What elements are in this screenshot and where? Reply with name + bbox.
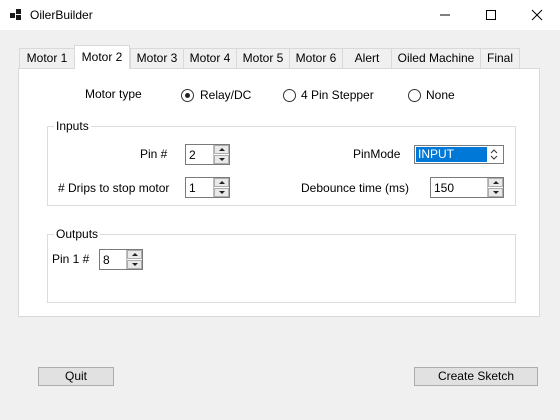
pin-label: Pin # (140, 147, 168, 161)
create-sketch-button[interactable]: Create Sketch (414, 367, 538, 386)
stepper-up-icon[interactable] (127, 250, 142, 259)
drips-stepper[interactable]: 1 (185, 177, 230, 198)
pinmode-select[interactable]: INPUT (414, 145, 504, 164)
stepper-down-icon[interactable] (488, 188, 503, 197)
tab-oiled-machine[interactable]: Oiled Machine (391, 48, 481, 68)
tab-motor-1[interactable]: Motor 1 (19, 48, 75, 68)
drips-value[interactable]: 1 (189, 181, 196, 195)
radio-button[interactable] (283, 89, 296, 102)
debounce-label: Debounce time (ms) (301, 181, 410, 195)
inputs-group-title: Inputs (54, 119, 91, 133)
pin-stepper[interactable]: 2 (185, 144, 230, 165)
pinmode-label: PinMode (353, 147, 401, 161)
quit-button[interactable]: Quit (38, 367, 114, 386)
title-bar: OilerBuilder (0, 0, 560, 30)
pin1-label: Pin 1 # (52, 252, 90, 266)
outputs-group-title: Outputs (54, 227, 101, 241)
pinmode-value[interactable]: INPUT (416, 147, 487, 162)
stepper-up-icon[interactable] (488, 178, 503, 187)
updown-arrow-icon[interactable] (487, 147, 501, 162)
tab-motor-4[interactable]: Motor 4 (183, 48, 237, 68)
tab-page-motor-2: Motor type Relay/DC 4 Pin Stepper None I… (18, 68, 540, 317)
minimize-button[interactable] (422, 0, 468, 30)
debounce-stepper[interactable]: 150 (430, 177, 504, 198)
stepper-up-icon[interactable] (214, 178, 229, 187)
radio-relay-dc-label[interactable]: Relay/DC (200, 88, 251, 102)
stepper-down-icon[interactable] (214, 155, 229, 164)
tab-motor-3[interactable]: Motor 3 (130, 48, 184, 68)
radio-button[interactable] (408, 89, 421, 102)
tab-motor-5[interactable]: Motor 5 (236, 48, 290, 68)
stepper-down-icon[interactable] (127, 260, 142, 269)
stepper-down-icon[interactable] (214, 188, 229, 197)
tab-motor-2[interactable]: Motor 2 (74, 45, 130, 69)
radio-button[interactable] (181, 89, 194, 102)
radio-none-label[interactable]: None (426, 88, 455, 102)
maximize-icon (486, 10, 496, 20)
inputs-group: Inputs Pin # 2 PinMode INPUT # Drips to … (47, 119, 516, 206)
radio-4-pin-stepper-label[interactable]: 4 Pin Stepper (301, 88, 374, 102)
pin-value[interactable]: 2 (189, 148, 196, 162)
debounce-value[interactable]: 150 (434, 181, 454, 195)
app-icon (10, 9, 22, 21)
tab-final[interactable]: Final (480, 48, 520, 68)
maximize-button[interactable] (468, 0, 514, 30)
window-title: OilerBuilder (30, 8, 93, 22)
drips-label: # Drips to stop motor (58, 181, 170, 195)
outputs-group: Outputs Pin 1 # 8 (47, 227, 516, 303)
close-icon (531, 9, 543, 21)
close-button[interactable] (514, 0, 560, 30)
pin1-stepper[interactable]: 8 (99, 249, 143, 270)
motor-type-label: Motor type (85, 87, 142, 101)
stepper-up-icon[interactable] (214, 145, 229, 154)
tab-motor-6[interactable]: Motor 6 (289, 48, 343, 68)
tab-alert[interactable]: Alert (342, 48, 392, 68)
minimize-icon (440, 14, 450, 16)
pin1-value[interactable]: 8 (103, 253, 110, 267)
